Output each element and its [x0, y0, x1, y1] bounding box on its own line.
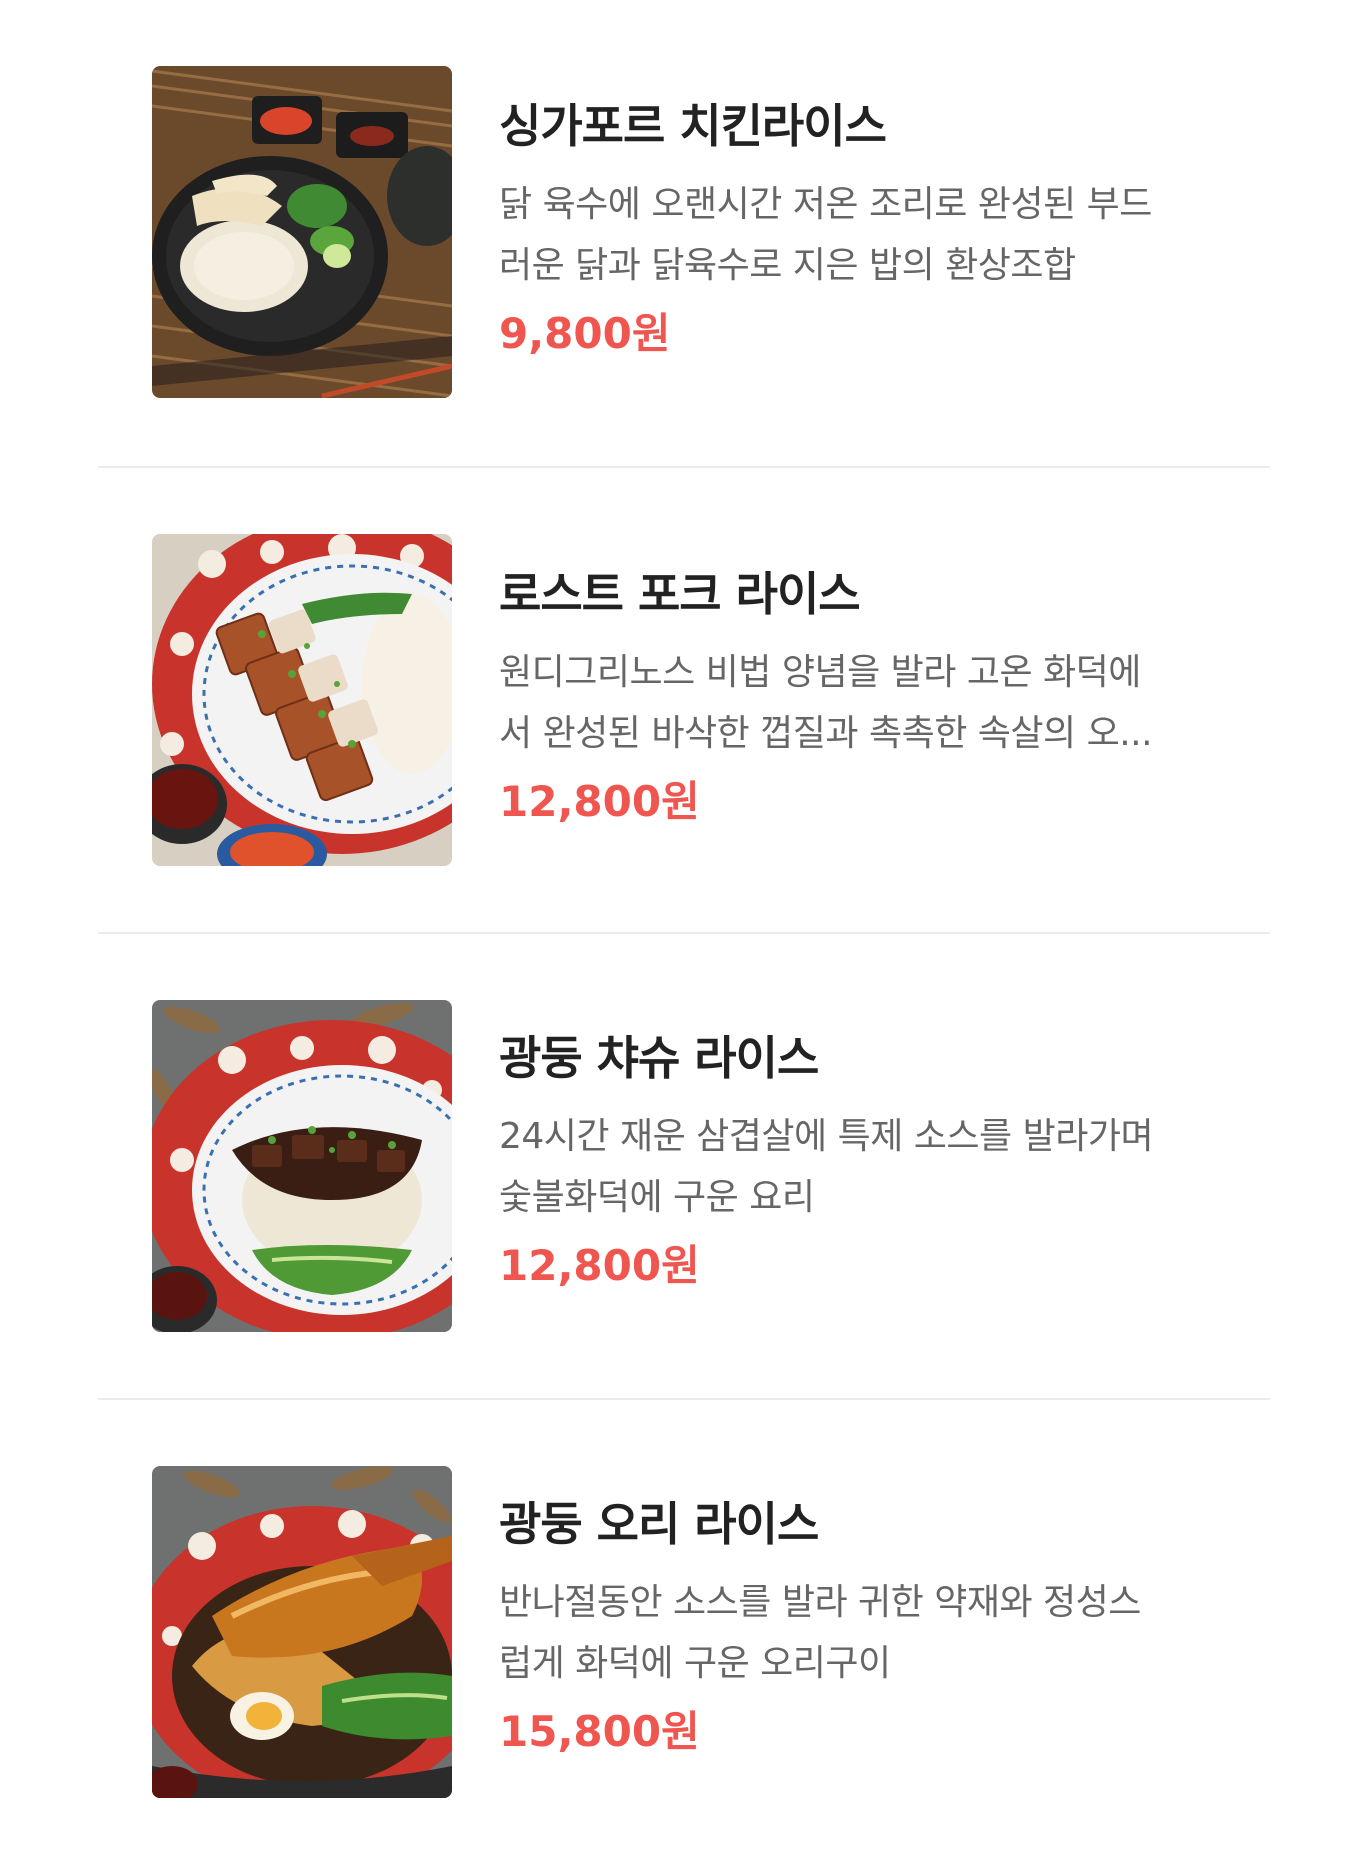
description-line: 24시간 재운 삼겹살에 특제 소스를 발라가며 — [499, 1116, 1154, 1157]
item-price: 12,800원 — [499, 1241, 700, 1290]
description-line: 럽게 화덕에 구운 오리구이 — [499, 1643, 891, 1684]
menu-item[interactable]: 광둥 오리 라이스 반나절동안 소스를 발라 귀한 약재와 정성스 럽게 화덕에… — [98, 1398, 1270, 1866]
item-price: 12,800원 — [499, 777, 700, 826]
item-price: 9,800원 — [499, 309, 671, 358]
item-info: 싱가포르 치킨라이스 닭 육수에 오랜시간 저온 조리로 완성된 부드 러운 닭… — [499, 96, 1219, 362]
menu-item[interactable]: 광둥 챠슈 라이스 24시간 재운 삼겹살에 특제 소스를 발라가며 숯불화덕에… — [98, 932, 1270, 1400]
item-title: 로스트 포크 라이스 — [499, 567, 861, 621]
char-siu-rice-photo — [152, 1000, 452, 1332]
item-description: 닭 육수에 오랜시간 저온 조리로 완성된 부드 러운 닭과 닭육수로 지은 밥… — [499, 174, 1219, 296]
item-title: 싱가포르 치킨라이스 — [499, 99, 887, 153]
menu-item[interactable]: 로스트 포크 라이스 원디그리노스 비법 양념을 발라 고온 화덕에 서 완성된… — [98, 466, 1270, 934]
item-title: 광둥 챠슈 라이스 — [499, 1031, 819, 1085]
item-description: 24시간 재운 삼겹살에 특제 소스를 발라가며 숯불화덕에 구운 요리 — [499, 1106, 1219, 1228]
item-info: 로스트 포크 라이스 원디그리노스 비법 양념을 발라 고온 화덕에 서 완성된… — [499, 564, 1219, 830]
menu-item[interactable]: 싱가포르 치킨라이스 닭 육수에 오랜시간 저온 조리로 완성된 부드 러운 닭… — [98, 0, 1270, 468]
description-line: 반나절동안 소스를 발라 귀한 약재와 정성스 — [499, 1582, 1141, 1623]
menu-list: 싱가포르 치킨라이스 닭 육수에 오랜시간 저온 조리로 완성된 부드 러운 닭… — [0, 0, 1366, 1822]
item-info: 광둥 챠슈 라이스 24시간 재운 삼겹살에 특제 소스를 발라가며 숯불화덕에… — [499, 1028, 1219, 1294]
item-description: 원디그리노스 비법 양념을 발라 고온 화덕에 서 완성된 바삭한 껍질과 촉촉… — [499, 642, 1219, 764]
item-description: 반나절동안 소스를 발라 귀한 약재와 정성스 럽게 화덕에 구운 오리구이 — [499, 1572, 1219, 1694]
description-line: 숯불화덕에 구운 요리 — [499, 1177, 815, 1218]
chicken-rice-photo — [152, 66, 452, 398]
duck-rice-photo — [152, 1466, 452, 1798]
item-info: 광둥 오리 라이스 반나절동안 소스를 발라 귀한 약재와 정성스 럽게 화덕에… — [499, 1494, 1219, 1760]
item-title: 광둥 오리 라이스 — [499, 1497, 819, 1551]
roast-pork-rice-photo — [152, 534, 452, 866]
description-line: 닭 육수에 오랜시간 저온 조리로 완성된 부드 — [499, 184, 1152, 225]
item-price: 15,800원 — [499, 1707, 700, 1756]
description-line: 러운 닭과 닭육수로 지은 밥의 환상조합 — [499, 245, 1076, 286]
description-line: 서 완성된 바삭한 껍질과 촉촉한 속살의 오... — [499, 713, 1153, 754]
description-line: 원디그리노스 비법 양념을 발라 고온 화덕에 — [499, 652, 1141, 693]
